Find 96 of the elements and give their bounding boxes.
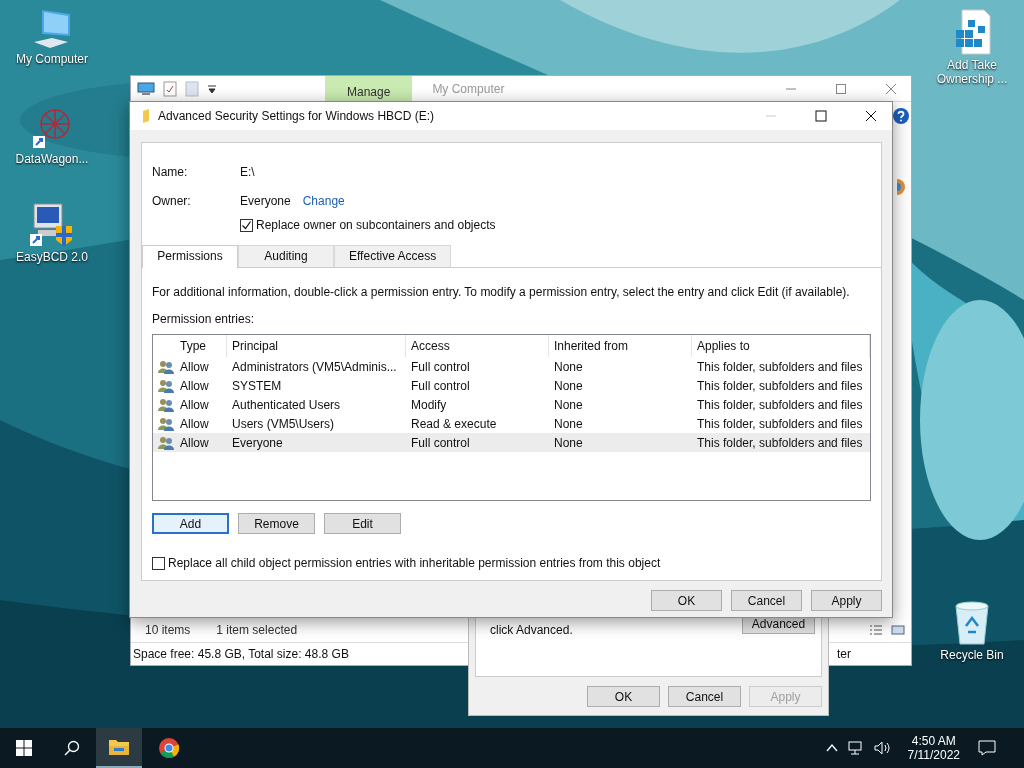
- field-label: Name:: [152, 164, 189, 179]
- table-cell-text: Everyone: [231, 435, 284, 450]
- permission-row[interactable]: Allow SYSTEM Full control None This folder, subfolders and files: [153, 376, 870, 395]
- table-cell-text: Full control: [410, 435, 471, 450]
- tab[interactable]: Effective Access: [334, 245, 452, 267]
- checkbox[interactable]: [240, 218, 253, 232]
- table-cell-text: Full control: [410, 378, 471, 393]
- window-title: My Computer: [432, 81, 505, 96]
- info-text: For additional information, double-click a permission entry. To modify a permission entry, select the entry and click Edit (if available).: [152, 285, 851, 299]
- table-cell-text: Modify: [410, 397, 448, 412]
- status-text: ter: [837, 647, 851, 661]
- column-header[interactable]: Type: [175, 335, 227, 357]
- maximize-icon[interactable]: [835, 82, 847, 95]
- ribbon-tab[interactable]: Manage: [325, 76, 413, 101]
- chrome-icon: [158, 737, 180, 759]
- close-icon[interactable]: [865, 110, 877, 122]
- thumbnail-view-icon[interactable]: [891, 624, 905, 636]
- field-value: Everyone: [240, 193, 291, 208]
- dropdown-icon[interactable]: [207, 83, 217, 94]
- chevron-up-icon[interactable]: [825, 744, 838, 752]
- dialog-button[interactable]: Cancel: [668, 686, 741, 707]
- tab[interactable]: Auditing: [238, 245, 334, 267]
- table-cell-text: Allow: [179, 416, 210, 431]
- table-cell-text: SYSTEM: [231, 378, 283, 393]
- desktop-icon-label[interactable]: DataWagon...: [12, 152, 92, 166]
- table-cell-text: None: [553, 378, 584, 393]
- table-cell-text: This folder, subfolders and files: [696, 435, 864, 450]
- details-view-icon[interactable]: [869, 624, 883, 636]
- recycle-bin-icon[interactable]: [952, 600, 992, 646]
- table-cell-text: None: [553, 435, 584, 450]
- list-label: Permission entries:: [152, 312, 256, 326]
- table-cell-text: Authenticated Users: [231, 397, 342, 412]
- permission-row[interactable]: Allow Administrators (VM5\Adminis... Full control None This folder, subfolders and files: [153, 357, 870, 376]
- clock-date[interactable]: 7/11/2022: [907, 748, 960, 762]
- table-cell-text: Allow: [179, 378, 210, 393]
- properties-icon[interactable]: [163, 80, 177, 97]
- windows-start-icon[interactable]: [16, 740, 32, 756]
- permission-row[interactable]: Allow Users (VM5\Users) Read & execute None This folder, subfolders and files: [153, 414, 870, 433]
- tab[interactable]: Permissions: [142, 245, 238, 268]
- table-cell-text: Full control: [410, 359, 471, 374]
- selection-count: 1 item selected: [216, 623, 298, 637]
- checkbox[interactable]: [152, 556, 165, 570]
- taskbar-app[interactable]: [96, 728, 142, 768]
- search-icon[interactable]: [64, 740, 80, 756]
- checkbox-label[interactable]: Replace owner on subcontainers and objects: [256, 218, 496, 232]
- column-header[interactable]: Inherited from: [549, 335, 692, 357]
- dialog-button[interactable]: Apply: [811, 590, 882, 611]
- table-cell-text: This folder, subfolders and files: [696, 359, 864, 374]
- table-cell-text: Allow: [179, 359, 210, 374]
- table-cell-text: Read & execute: [410, 416, 498, 431]
- table-cell-text: None: [553, 359, 584, 374]
- column-header[interactable]: Principal: [227, 335, 406, 357]
- drive-space-text: Space free: 45.8 GB, Total size: 48.8 GB: [133, 647, 349, 661]
- users-icon: [158, 378, 174, 393]
- table-cell-text: Administrators (VM5\Adminis...: [231, 359, 398, 374]
- table-cell-text: None: [553, 416, 584, 431]
- users-icon: [158, 397, 174, 412]
- network-icon[interactable]: [31, 106, 73, 150]
- list-button[interactable]: Add: [152, 513, 229, 534]
- table-cell-text: Allow: [179, 435, 210, 450]
- column-header[interactable]: Access: [406, 335, 549, 357]
- table-cell-text: This folder, subfolders and files: [696, 378, 864, 393]
- users-icon: [158, 435, 174, 450]
- change-link[interactable]: Change: [302, 193, 345, 208]
- window-title: Advanced Security Settings for Windows HBCD (E:): [158, 109, 435, 123]
- permission-row[interactable]: Allow Everyone Full control None This folder, subfolders and files: [153, 433, 870, 452]
- field-value: E:\: [240, 164, 255, 179]
- computer-icon[interactable]: [32, 8, 72, 50]
- volume-icon[interactable]: [873, 741, 892, 755]
- table-cell-text: Users (VM5\Users): [231, 416, 335, 431]
- table-cell-text: This folder, subfolders and files: [696, 397, 864, 412]
- table-cell-text: This folder, subfolders and files: [696, 416, 864, 431]
- clock-time[interactable]: 4:50 AM: [911, 734, 956, 748]
- list-button[interactable]: Edit: [324, 513, 401, 534]
- dialog-button[interactable]: OK: [587, 686, 660, 707]
- desktop-icon-label[interactable]: EasyBCD 2.0: [12, 250, 92, 264]
- desktop-icon-label[interactable]: Recycle Bin: [932, 648, 1012, 662]
- column-header[interactable]: Applies to: [692, 335, 870, 357]
- checkbox-label[interactable]: Replace all child object permission entries with inheritable permission entries from this object: [168, 556, 661, 570]
- dialog-button[interactable]: OK: [651, 590, 722, 611]
- notification-icon[interactable]: [978, 740, 996, 756]
- list-button[interactable]: Remove: [238, 513, 315, 534]
- item-count: 10 items: [145, 623, 191, 637]
- maximize-icon[interactable]: [815, 110, 827, 122]
- users-icon: [158, 416, 174, 431]
- computer-icon[interactable]: [137, 81, 155, 96]
- hint-text: click Advanced.: [490, 623, 573, 637]
- field-label: Owner:: [152, 193, 192, 208]
- table-cell-text: None: [553, 397, 584, 412]
- help-icon[interactable]: [892, 107, 910, 125]
- users-icon: [158, 359, 174, 374]
- permission-row[interactable]: Allow Authenticated Users Modify None This folder, subfolders and files: [153, 395, 870, 414]
- desktop-icon-label[interactable]: My Computer: [12, 52, 92, 66]
- network-icon[interactable]: [847, 741, 864, 755]
- table-cell-text: Allow: [179, 397, 210, 412]
- dialog-button[interactable]: Cancel: [731, 590, 802, 611]
